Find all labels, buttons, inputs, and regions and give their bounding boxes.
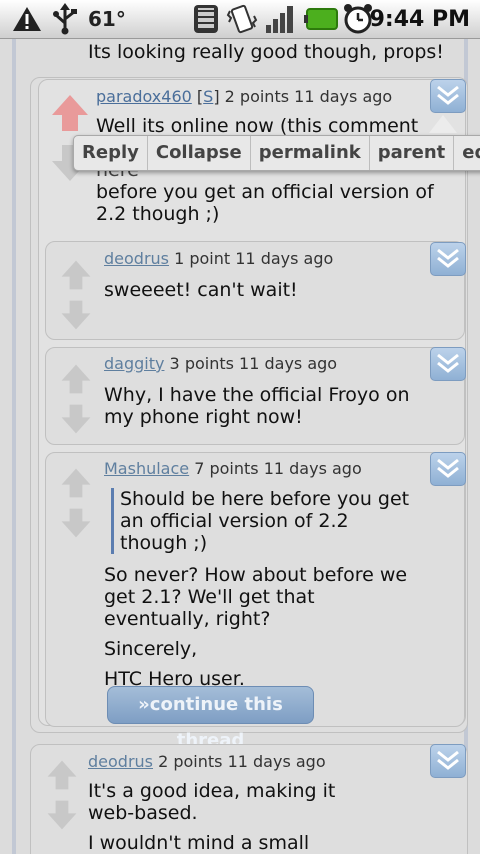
collapse-button[interactable]: Collapse [148, 136, 251, 170]
chevron-down-icon [437, 353, 459, 373]
thread-rail [12, 39, 16, 854]
comment-body: It's a good idea, making it web-based. I… [88, 780, 336, 854]
signal-icon [264, 0, 298, 38]
vote-arrows [56, 467, 96, 557]
parent-button[interactable]: parent [370, 136, 455, 170]
permalink-button[interactable]: permalink [251, 136, 370, 170]
battery-icon [304, 0, 338, 38]
chevron-down-icon [437, 750, 459, 770]
comment-meta: daggity 3 points 11 days ago [104, 354, 337, 373]
comment-meta: deodrus 1 point 11 days ago [104, 249, 333, 268]
wifi-icon [192, 0, 220, 38]
score-time: 3 points 11 days ago [164, 354, 338, 373]
clock: 9:44 PM [369, 6, 470, 32]
comment-thread[interactable]: Its looking really good though, props! p… [0, 39, 480, 854]
downvote-arrow-icon [61, 508, 91, 538]
collapse-toggle-button[interactable] [430, 79, 466, 113]
usb-icon [52, 0, 78, 38]
comment-body: sweeeet! can't wait! [104, 279, 298, 301]
blockquote: Should be here before you get an officia… [111, 488, 410, 554]
flair-badge[interactable]: [S] [197, 87, 220, 106]
collapse-toggle-button[interactable] [430, 744, 466, 778]
chevron-down-icon [437, 458, 459, 478]
score-time: 2 points 11 days ago [153, 752, 326, 771]
comment-meta: deodrus 2 points 11 days ago [88, 752, 326, 771]
score-time: 7 points 11 days ago [189, 459, 362, 478]
temperature-readout: 61° [88, 7, 126, 31]
reply-button[interactable]: Reply [74, 136, 148, 170]
comment-action-bar: Reply Collapse permalink parent edit [73, 135, 480, 171]
collapse-toggle-button[interactable] [430, 242, 466, 276]
vote-arrows [56, 259, 96, 349]
score-time: 1 point 11 days ago [169, 249, 334, 268]
parent-comment-text: Its looking really good though, props! [88, 41, 444, 63]
comment-body: Why, I have the official Froyo on my pho… [104, 384, 410, 428]
author-link[interactable]: deodrus [104, 249, 169, 268]
comment-body: So never? How about before we get 2.1? W… [104, 564, 408, 690]
downvote-arrow-icon [61, 404, 91, 434]
vote-arrows [56, 363, 96, 453]
comment-meta: paradox460 [S] 2 points 11 days ago [96, 87, 392, 106]
chevron-down-icon [437, 248, 459, 268]
warning-icon [12, 0, 42, 38]
author-link[interactable]: paradox460 [96, 87, 192, 106]
upvote-arrow-icon [61, 260, 91, 290]
downvote-arrow-icon [61, 300, 91, 330]
upvote-arrow-icon [61, 468, 91, 498]
popup-pointer [429, 115, 457, 133]
upvote-arrow-icon [52, 95, 88, 131]
score-time: 2 points 11 days ago [219, 87, 393, 106]
continue-thread-button[interactable]: »continue this thread [107, 686, 314, 751]
collapse-toggle-button[interactable] [430, 347, 466, 381]
comment-meta: Mashulace 7 points 11 days ago [104, 459, 362, 478]
vibrate-icon [226, 0, 258, 38]
vote-arrows [42, 759, 82, 849]
upvote-arrow-icon [61, 364, 91, 394]
status-bar: 61° 9:44 PM [0, 0, 480, 39]
upvote-arrow-icon [47, 760, 77, 790]
edit-button[interactable]: edit [454, 136, 480, 170]
downvote-arrow-icon [47, 800, 77, 830]
collapse-toggle-button[interactable] [430, 452, 466, 486]
author-link[interactable]: daggity [104, 354, 164, 373]
author-link[interactable]: deodrus [88, 752, 153, 771]
author-link[interactable]: Mashulace [104, 459, 189, 478]
chevron-down-icon [437, 85, 459, 105]
